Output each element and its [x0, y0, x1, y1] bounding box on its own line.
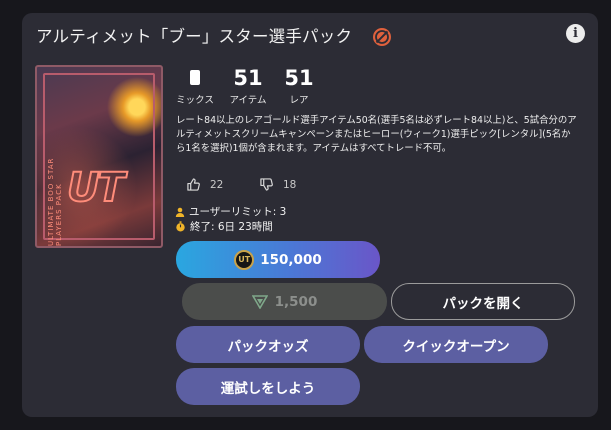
- upvote-count: 22: [210, 178, 224, 191]
- pack-title: アルティメット「ブー」スター選手パック: [36, 27, 353, 46]
- user-limit: ユーザーリミット: 3: [175, 204, 286, 219]
- pack-image: ULTIMATE BOO STAR PLAYERS PACK UT: [35, 65, 163, 248]
- user-icon: [175, 207, 185, 217]
- pack-art-logo: UT: [66, 164, 126, 212]
- pack-card: アルティメット「ブー」スター選手パック i ULTIMATE BOO STAR …: [22, 13, 598, 417]
- buy-with-coins-button[interactable]: UT 150,000: [176, 241, 380, 278]
- stopwatch-icon: [175, 221, 186, 232]
- upvote-button[interactable]: 22: [187, 178, 223, 191]
- thumbs-down-icon: [260, 178, 273, 191]
- buy-with-points-button[interactable]: 1,500: [182, 283, 387, 320]
- stat-rare-label: レア: [289, 95, 309, 106]
- stat-rare: 51 レア: [281, 66, 317, 106]
- downvote-count: 18: [283, 178, 297, 191]
- stat-mix: ミックス: [175, 66, 215, 106]
- coin-icon: UT: [234, 249, 255, 270]
- pack-description: レート84以上のレアゴールド選手アイテム50名(選手5名は必ずレート84以上)と…: [176, 115, 577, 154]
- pack-art-side-text: ULTIMATE BOO STAR PLAYERS PACK: [47, 157, 63, 246]
- user-limit-text: ユーザーリミット: 3: [189, 206, 287, 218]
- stat-rare-value: 51: [284, 66, 314, 90]
- open-pack-button[interactable]: パックを開く: [391, 283, 575, 320]
- quick-open-button[interactable]: クイックオープン: [364, 326, 548, 363]
- downvote-button[interactable]: 18: [260, 178, 296, 191]
- try-luck-button[interactable]: 運試しをしよう: [176, 368, 360, 405]
- card-icon: [190, 70, 200, 85]
- time-remaining: 終了: 6日 23時間: [175, 219, 273, 234]
- no-trade-icon: [373, 28, 391, 46]
- coins-price: 150,000: [260, 251, 322, 268]
- info-icon[interactable]: i: [566, 24, 585, 43]
- fc-points-icon: [251, 294, 268, 309]
- stat-mix-label: ミックス: [176, 95, 214, 106]
- thumbs-up-icon: [187, 178, 200, 191]
- pack-odds-button[interactable]: パックオッズ: [176, 326, 360, 363]
- stat-items: 51 アイテム: [225, 66, 271, 106]
- time-remaining-text: 終了: 6日 23時間: [190, 221, 273, 233]
- stat-items-value: 51: [233, 66, 263, 90]
- points-price: 1,500: [274, 293, 318, 310]
- stat-items-label: アイテム: [229, 95, 267, 106]
